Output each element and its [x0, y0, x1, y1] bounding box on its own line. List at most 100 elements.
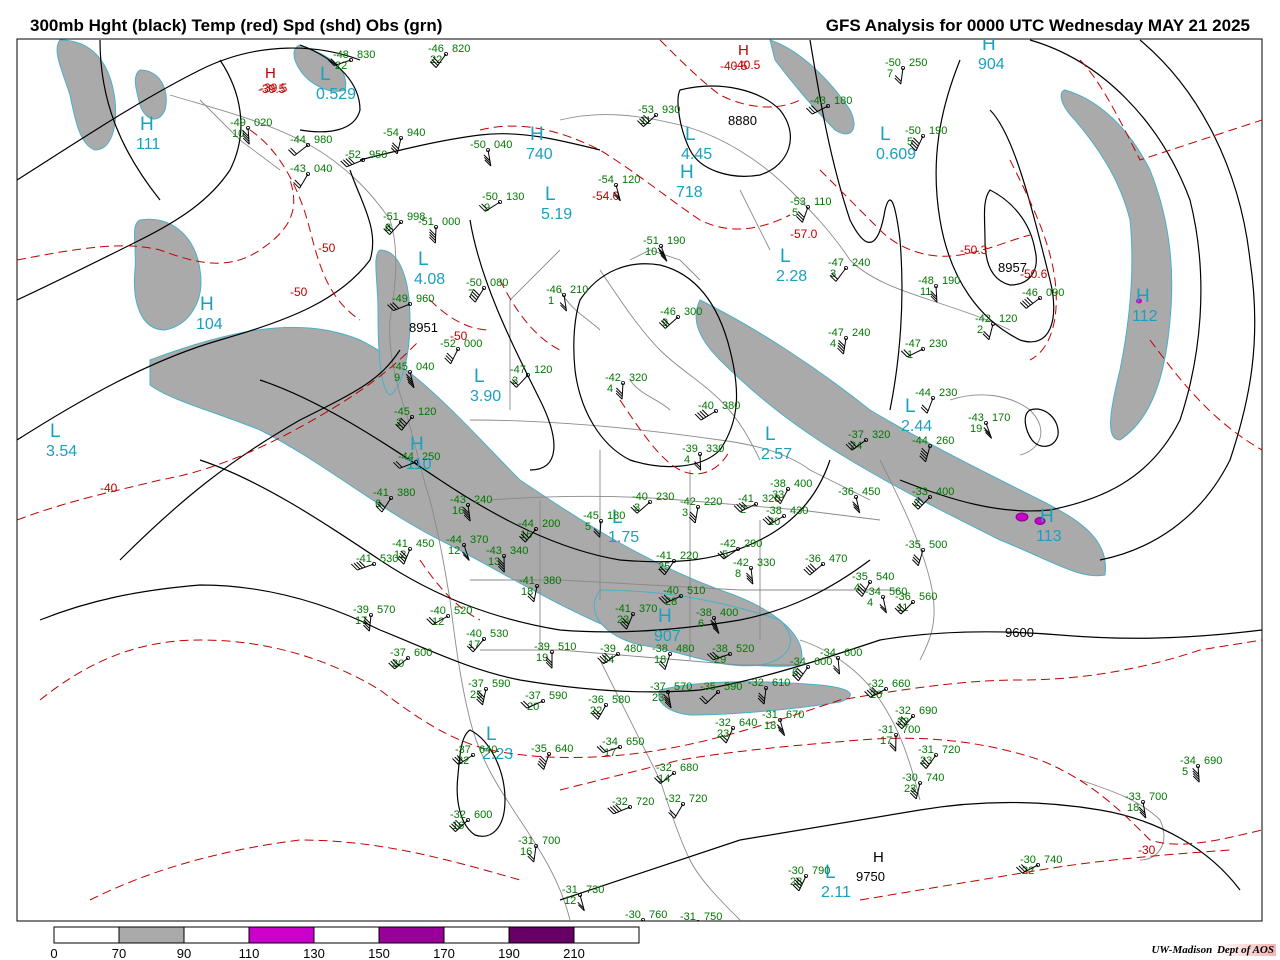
station-dewpoint-depression: 9 — [394, 372, 400, 384]
station-temp: -50 — [470, 139, 486, 151]
station-temp: -44 — [915, 387, 931, 399]
center-letter: H — [1136, 286, 1150, 307]
station-dewpoint-depression: 4 — [867, 597, 873, 609]
station-height: 180 — [607, 510, 625, 522]
station-height: 660 — [892, 678, 910, 690]
center-letter: H — [265, 65, 276, 82]
station-height: 590 — [549, 690, 567, 702]
legend-bin — [248, 926, 315, 944]
center-letter: H — [873, 849, 884, 866]
station-height: 820 — [452, 43, 470, 55]
station-height: 320 — [872, 429, 890, 441]
station-height: 000 — [442, 216, 460, 228]
legend-bin — [183, 926, 250, 944]
station-height: 220 — [704, 496, 722, 508]
center-value: 111 — [136, 136, 160, 153]
credit-org: UW-Madison — [1151, 944, 1213, 956]
center-letter: H — [200, 294, 214, 315]
station-height: 040 — [416, 361, 434, 373]
station-dewpoint-depression: 4 — [607, 383, 613, 395]
center-value: 2.57 — [761, 446, 792, 463]
station-height: 230 — [939, 387, 957, 399]
station-height: 610 — [772, 677, 790, 689]
wind-speed-legend: 0 70 90 110 130 150 170 190 210 — [50, 926, 640, 960]
center-letter: H — [738, 42, 749, 59]
station-height: 510 — [687, 585, 705, 597]
station-dewpoint-depression: 12 — [564, 895, 576, 907]
station-height: 190 — [929, 125, 947, 137]
station-height: 690 — [1204, 755, 1222, 767]
station-height: 330 — [706, 443, 724, 455]
center-value: 104 — [196, 316, 223, 333]
legend-tick: 170 — [433, 946, 455, 960]
height-label: 8957 — [998, 260, 1027, 275]
center-letter: L — [474, 366, 485, 387]
center-letter: L — [418, 249, 429, 270]
center-letter: L — [685, 124, 696, 145]
temp-label: -57.0 — [790, 227, 818, 241]
station-dewpoint-depression: 4 — [684, 454, 690, 466]
station-height: 740 — [1044, 854, 1062, 866]
temp-label: -40 — [100, 481, 118, 495]
station-height: 240 — [474, 494, 492, 506]
station-temp: -40 — [698, 400, 714, 412]
center-letter: L — [765, 424, 776, 445]
station-dewpoint-depression: 23 — [717, 728, 729, 740]
station-temp: -36 — [838, 486, 854, 498]
station-height: 400 — [720, 607, 738, 619]
center-value: -40.5 — [733, 58, 761, 72]
station-dewpoint-depression: 6 — [698, 618, 704, 630]
station-height: 740 — [926, 772, 944, 784]
station-height: 180 — [834, 95, 852, 107]
legend-tick: 110 — [239, 946, 260, 960]
station-height: 720 — [942, 744, 960, 756]
station-temp: -52 — [345, 149, 361, 161]
station-dewpoint-depression: 16 — [452, 505, 464, 517]
station-dewpoint-depression: 18 — [1127, 802, 1139, 814]
station-height: 480 — [676, 643, 694, 655]
station-height: 190 — [667, 235, 685, 247]
station-dewpoint-depression: 5 — [907, 136, 913, 148]
station-height: 580 — [612, 694, 630, 706]
station-temp: -35 — [905, 539, 921, 551]
height-label: 9600 — [1005, 625, 1034, 640]
legend-bin — [508, 926, 575, 944]
center-letter: H — [982, 34, 996, 55]
wind-barb-flag — [692, 927, 698, 933]
center-value: 113 — [1036, 528, 1062, 545]
station-height: 640 — [555, 743, 573, 755]
station-temp: -36 — [805, 553, 821, 565]
station-height: 500 — [929, 539, 947, 551]
station-height: 570 — [377, 604, 395, 616]
station-temp: -52 — [440, 338, 456, 350]
center-value: 1.75 — [608, 529, 639, 546]
center-value: 904 — [978, 56, 1005, 73]
station-dewpoint-depression: 5 — [722, 549, 728, 561]
station-dewpoint-depression: 10 — [645, 246, 657, 258]
legend-bin — [573, 926, 640, 944]
station-height: 700 — [1149, 791, 1167, 803]
station-height: 120 — [999, 313, 1017, 325]
station-dewpoint-depression: 18 — [764, 720, 776, 732]
legend-tick: 90 — [177, 946, 191, 960]
center-letter: L — [905, 396, 916, 417]
center-letter: L — [880, 124, 891, 145]
station-temp: -49 — [392, 293, 408, 305]
station-height: 230 — [656, 491, 674, 503]
station-height: 380 — [397, 487, 415, 499]
station-height: 090 — [1046, 287, 1064, 299]
station-height: 940 — [407, 127, 425, 139]
station-height: 220 — [680, 550, 698, 562]
station-height: 290 — [744, 538, 762, 550]
center-letter: L — [320, 64, 331, 85]
station-height: 510 — [558, 641, 576, 653]
station-height: 000 — [464, 338, 482, 350]
station-height: 700 — [542, 835, 560, 847]
station-dewpoint-depression: 3 — [512, 375, 518, 387]
station-temp: -32 — [665, 793, 681, 805]
station-height: 470 — [829, 553, 847, 565]
station-dewpoint-depression: 17 — [880, 735, 892, 747]
station-height: 720 — [689, 793, 707, 805]
station-height: 560 — [919, 591, 937, 603]
center-value: 4.08 — [414, 271, 445, 288]
